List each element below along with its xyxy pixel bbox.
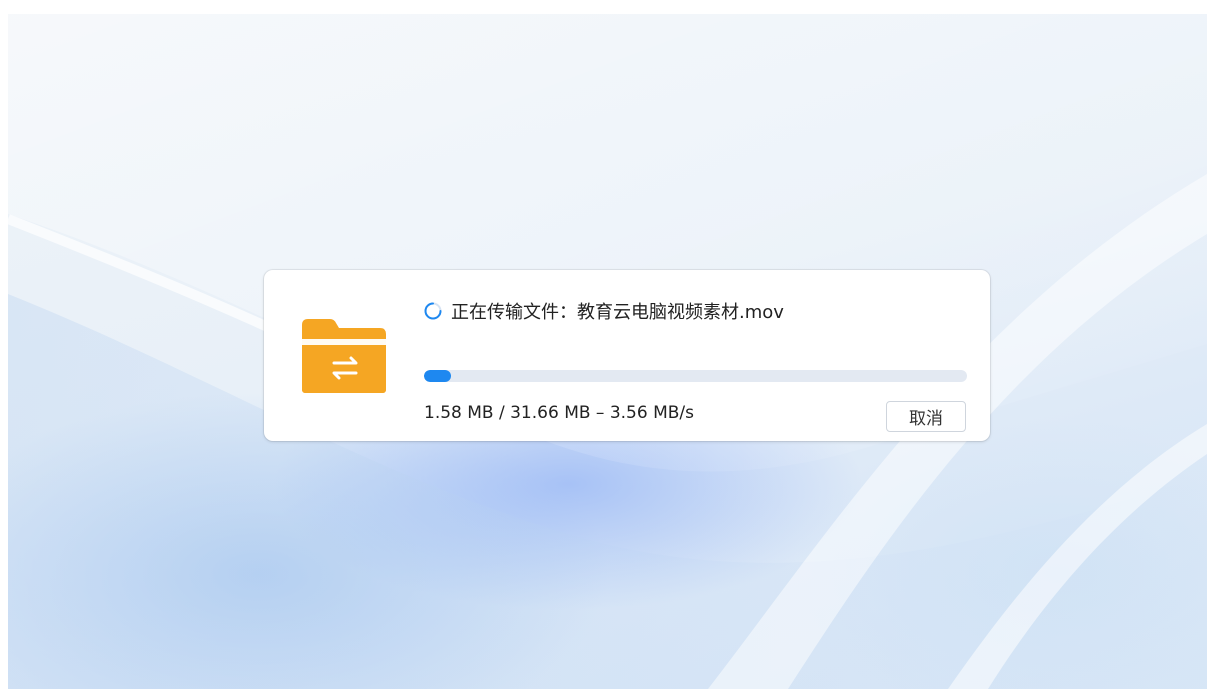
transfer-stats: 1.58 MB / 31.66 MB – 3.56 MB/s bbox=[424, 403, 694, 423]
cancel-button[interactable]: 取消 bbox=[886, 401, 966, 432]
transfer-status-row: 正在传输文件：教育云电脑视频素材.mov bbox=[424, 298, 784, 324]
transfer-progress-bar bbox=[424, 370, 967, 382]
transfer-progress-fill bbox=[424, 370, 452, 382]
transfer-status-text: 正在传输文件：教育云电脑视频素材.mov bbox=[451, 298, 784, 324]
status-prefix: 正在传输文件： bbox=[451, 302, 577, 323]
desktop-background: 正在传输文件：教育云电脑视频素材.mov 1.58 MB / 31.66 MB … bbox=[8, 14, 1207, 689]
loading-spinner-icon bbox=[424, 302, 442, 320]
folder-transfer-icon bbox=[302, 319, 386, 393]
file-transfer-dialog: 正在传输文件：教育云电脑视频素材.mov 1.58 MB / 31.66 MB … bbox=[264, 270, 990, 441]
file-name: 教育云电脑视频素材.mov bbox=[577, 302, 784, 323]
